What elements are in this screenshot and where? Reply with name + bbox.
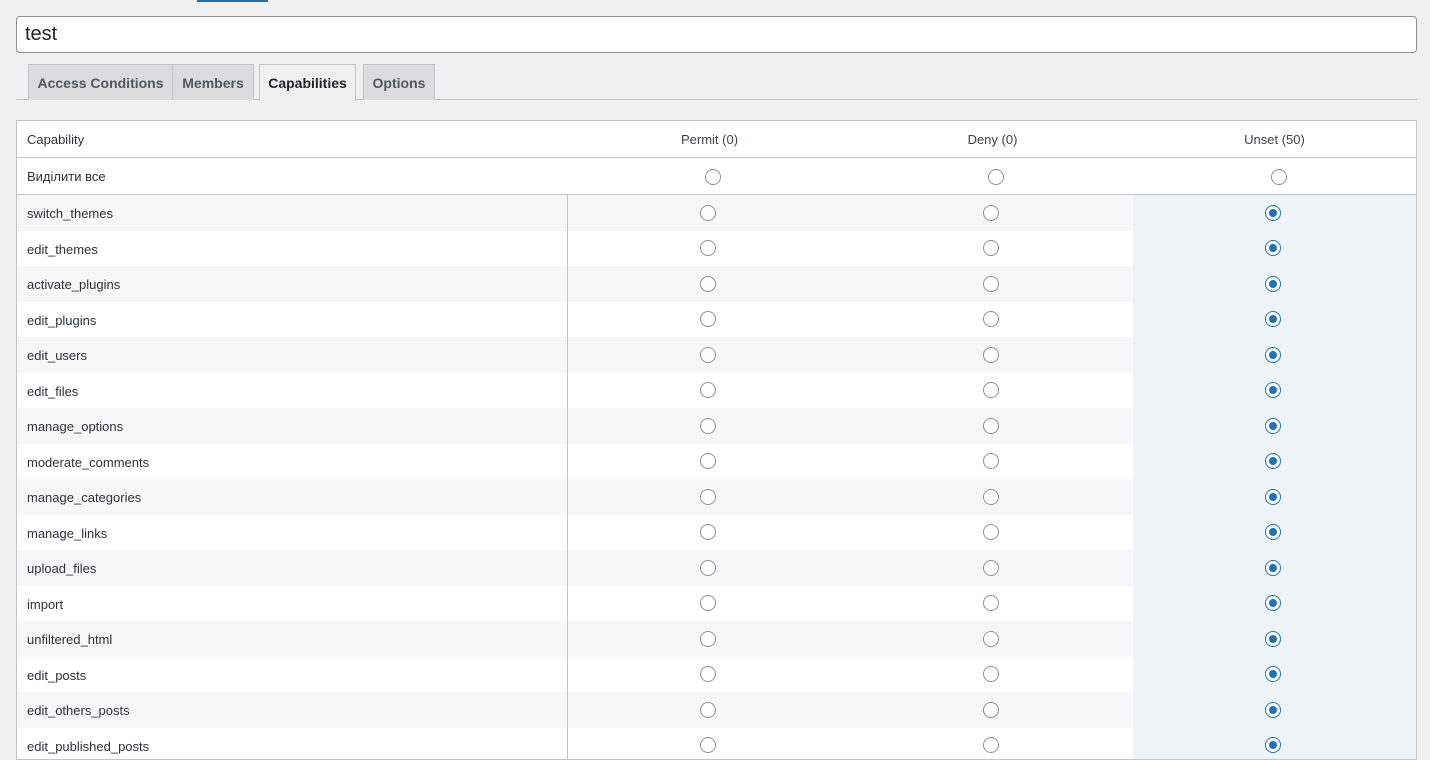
capability-name: manage_options <box>27 419 123 434</box>
capability-row: upload_files <box>17 550 1416 586</box>
permit-radio[interactable] <box>700 347 716 363</box>
capability-column-divider <box>567 195 568 760</box>
unset-radio[interactable] <box>1265 631 1281 647</box>
capability-row: switch_themes <box>17 195 1416 231</box>
permit-radio[interactable] <box>700 702 716 718</box>
tab-members[interactable]: Members <box>172 64 254 100</box>
deny-radio[interactable] <box>983 666 999 682</box>
deny-radio[interactable] <box>983 702 999 718</box>
capability-name: edit_files <box>27 384 78 399</box>
capability-row: moderate_comments <box>17 444 1416 480</box>
select-all-permit-radio[interactable] <box>705 169 721 185</box>
capability-row: manage_categories <box>17 479 1416 515</box>
deny-radio[interactable] <box>983 347 999 363</box>
capabilities-table: Capability Permit (0) Deny (0) Unset (50… <box>16 120 1417 760</box>
unset-radio[interactable] <box>1265 276 1281 292</box>
capability-row: edit_posts <box>17 657 1416 693</box>
permit-column-header: Permit (0) <box>681 132 738 147</box>
capability-row: edit_published_posts <box>17 728 1416 760</box>
capability-row: edit_files <box>17 373 1416 409</box>
permit-radio[interactable] <box>700 666 716 682</box>
unset-radio[interactable] <box>1265 702 1281 718</box>
tab-bar: Access Conditions Members Capabilities O… <box>16 64 1417 100</box>
capability-name: edit_others_posts <box>27 703 130 718</box>
deny-radio[interactable] <box>983 418 999 434</box>
capability-name: manage_links <box>27 526 107 541</box>
capability-row: manage_options <box>17 408 1416 444</box>
unset-radio[interactable] <box>1265 489 1281 505</box>
table-header-row: Capability Permit (0) Deny (0) Unset (50… <box>17 121 1416 158</box>
deny-radio[interactable] <box>983 489 999 505</box>
select-all-unset-radio[interactable] <box>1271 169 1287 185</box>
unset-radio[interactable] <box>1265 347 1281 363</box>
capability-name: switch_themes <box>27 206 113 221</box>
select-all-label: Виділити все <box>27 169 106 184</box>
deny-radio[interactable] <box>983 382 999 398</box>
select-all-row: Виділити все <box>17 158 1416 195</box>
capability-row: edit_users <box>17 337 1416 373</box>
unset-radio[interactable] <box>1265 240 1281 256</box>
permit-radio[interactable] <box>700 489 716 505</box>
permit-radio[interactable] <box>700 524 716 540</box>
permit-radio[interactable] <box>700 418 716 434</box>
capability-row: import <box>17 586 1416 622</box>
top-link-underline <box>197 0 268 2</box>
deny-radio[interactable] <box>983 453 999 469</box>
deny-radio[interactable] <box>983 560 999 576</box>
capability-row: edit_others_posts <box>17 692 1416 728</box>
unset-radio[interactable] <box>1265 524 1281 540</box>
permit-radio[interactable] <box>700 560 716 576</box>
capability-row: unfiltered_html <box>17 621 1416 657</box>
permit-radio[interactable] <box>700 240 716 256</box>
unset-radio[interactable] <box>1265 666 1281 682</box>
deny-radio[interactable] <box>983 276 999 292</box>
unset-radio[interactable] <box>1265 737 1281 753</box>
deny-radio[interactable] <box>983 595 999 611</box>
permit-radio[interactable] <box>700 595 716 611</box>
capability-row: edit_themes <box>17 231 1416 267</box>
capability-name: moderate_comments <box>27 455 149 470</box>
capability-name: edit_themes <box>27 242 98 257</box>
capability-row: manage_links <box>17 515 1416 551</box>
deny-radio[interactable] <box>983 240 999 256</box>
unset-radio[interactable] <box>1265 418 1281 434</box>
permit-radio[interactable] <box>700 631 716 647</box>
tab-access-conditions[interactable]: Access Conditions <box>28 64 173 100</box>
group-title-input[interactable] <box>16 16 1417 53</box>
unset-radio[interactable] <box>1265 311 1281 327</box>
capability-name: edit_published_posts <box>27 739 149 754</box>
unset-radio[interactable] <box>1265 205 1281 221</box>
capability-name: upload_files <box>27 561 96 576</box>
deny-radio[interactable] <box>983 737 999 753</box>
unset-radio[interactable] <box>1265 560 1281 576</box>
capability-name: activate_plugins <box>27 277 120 292</box>
capability-row: activate_plugins <box>17 266 1416 302</box>
capability-row: edit_plugins <box>17 302 1416 338</box>
deny-radio[interactable] <box>983 311 999 327</box>
capability-name: unfiltered_html <box>27 632 112 647</box>
tab-capabilities[interactable]: Capabilities <box>259 64 356 101</box>
deny-column-header: Deny (0) <box>968 132 1018 147</box>
capability-name: edit_plugins <box>27 313 96 328</box>
capability-name: edit_posts <box>27 668 86 683</box>
permit-radio[interactable] <box>700 311 716 327</box>
permit-radio[interactable] <box>700 382 716 398</box>
deny-radio[interactable] <box>983 631 999 647</box>
permit-radio[interactable] <box>700 453 716 469</box>
capability-name: edit_users <box>27 348 87 363</box>
permit-radio[interactable] <box>700 205 716 221</box>
select-all-deny-radio[interactable] <box>988 169 1004 185</box>
capability-name: manage_categories <box>27 490 141 505</box>
tab-options[interactable]: Options <box>363 64 435 100</box>
deny-radio[interactable] <box>983 205 999 221</box>
deny-radio[interactable] <box>983 524 999 540</box>
permit-radio[interactable] <box>700 276 716 292</box>
unset-column-header: Unset (50) <box>1244 132 1305 147</box>
capability-column-header: Capability <box>27 132 84 147</box>
permit-radio[interactable] <box>700 737 716 753</box>
unset-radio[interactable] <box>1265 382 1281 398</box>
unset-radio[interactable] <box>1265 595 1281 611</box>
unset-radio[interactable] <box>1265 453 1281 469</box>
capability-name: import <box>27 597 63 612</box>
